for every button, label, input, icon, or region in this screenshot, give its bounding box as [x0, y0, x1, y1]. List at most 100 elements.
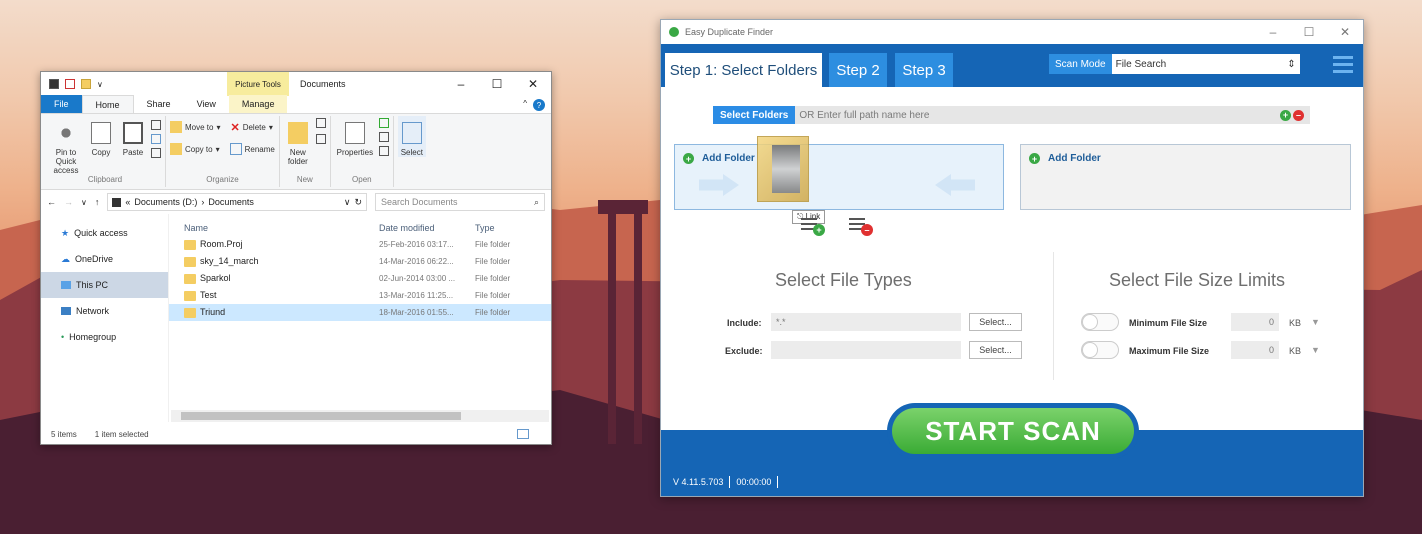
paste-icon [123, 122, 143, 144]
ribbon-tabs: File Home Share View Manage ^ ? [41, 95, 551, 114]
new-folder-qat-icon[interactable] [81, 79, 91, 89]
nav-item-quick-access[interactable]: ★ Quick access [41, 220, 168, 246]
edf-titlebar: Easy Duplicate Finder – ☐ ✕ [661, 20, 1363, 44]
menu-icon[interactable] [1333, 56, 1353, 77]
tab-file[interactable]: File [41, 95, 82, 113]
breadcrumb-root[interactable]: Documents (D:) [134, 197, 197, 207]
file-row[interactable]: Sparkol 02-Jun-2014 03:00 ... File folde… [169, 270, 551, 287]
scan-mode-dropdown[interactable]: File Search ⇕ [1111, 54, 1300, 74]
maximize-button[interactable]: ☐ [1291, 20, 1327, 44]
column-date-modified[interactable]: Date modified [379, 223, 475, 233]
edf-header-bar: Step 1: Select Folders Step 2 Step 3 Sca… [661, 44, 1363, 87]
min-size-toggle[interactable] [1081, 313, 1119, 331]
recent-dropdown-icon[interactable]: ∨ [81, 198, 87, 207]
exclude-folders-dropzone[interactable]: + Add Folder [1020, 144, 1351, 210]
refresh-icon[interactable]: ↻ [354, 197, 362, 208]
max-size-toggle[interactable] [1081, 341, 1119, 359]
pin-quick-access-button[interactable]: Pin to Quick access [49, 116, 83, 175]
file-row-selected[interactable]: Triund 18-Mar-2016 01:55... File folder [169, 304, 551, 321]
delete-button[interactable]: ✕ Delete ▾ [230, 116, 272, 138]
scrollbar-thumb[interactable] [181, 412, 461, 420]
copy-path-icon[interactable] [151, 134, 161, 144]
open-icon[interactable] [378, 118, 389, 128]
new-item-icon[interactable] [315, 118, 326, 128]
min-size-input[interactable]: 0 [1231, 313, 1279, 331]
nav-item-homegroup[interactable]: • Homegroup [41, 324, 168, 350]
up-icon[interactable]: ↑ [95, 197, 100, 207]
rename-button[interactable]: Rename [229, 138, 275, 160]
edit-icon[interactable] [378, 132, 389, 142]
copy-to-button[interactable]: Copy to ▾ [170, 138, 220, 160]
tab-home[interactable]: Home [81, 95, 134, 113]
file-row[interactable]: Test 13-Mar-2016 11:25... File folder [169, 287, 551, 304]
path-input[interactable]: OR Enter full path name here [795, 110, 1280, 121]
tab-share[interactable]: Share [134, 95, 184, 113]
select-button[interactable]: Select [397, 116, 426, 157]
include-select-button[interactable]: Select... [969, 313, 1022, 331]
selection-count: 1 item selected [94, 429, 149, 439]
qat-dropdown-icon[interactable]: ∨ [97, 80, 103, 89]
back-icon[interactable]: ← [47, 197, 56, 207]
include-label: Include: [727, 318, 762, 328]
easy-access-icon[interactable] [315, 134, 326, 144]
details-view-icon[interactable] [517, 429, 529, 439]
column-type[interactable]: Type [475, 223, 495, 233]
close-button[interactable]: ✕ [1327, 20, 1363, 44]
folder-move-icon [170, 121, 182, 133]
navigation-pane: ★ Quick access ☁ OneDrive This PC Network … [41, 214, 169, 422]
exclude-select-button[interactable]: Select... [969, 341, 1022, 359]
nav-item-this-pc[interactable]: This PC [41, 272, 168, 298]
nav-item-network[interactable]: Network [41, 298, 168, 324]
address-dropdown-icon[interactable]: ∨ [344, 197, 351, 208]
tab-step-3[interactable]: Step 3 [895, 53, 953, 87]
horizontal-scrollbar[interactable] [171, 410, 549, 422]
paste-button[interactable]: Paste [119, 116, 147, 157]
cut-icon[interactable] [151, 120, 161, 130]
remove-path-icon[interactable]: – [1293, 109, 1304, 121]
minimize-button[interactable]: – [1255, 20, 1291, 44]
select-group: Select [394, 116, 430, 187]
collapse-ribbon-icon[interactable]: ^ [523, 99, 527, 108]
move-to-button[interactable]: Move to ▾ [170, 116, 220, 138]
add-folder-label[interactable]: Add Folder [702, 153, 755, 164]
add-path-icon[interactable]: + [1280, 109, 1291, 121]
tab-manage[interactable]: Manage [228, 95, 288, 113]
column-name[interactable]: Name [169, 223, 379, 233]
minimize-button[interactable]: – [443, 72, 479, 96]
tab-step-1[interactable]: Step 1: Select Folders [665, 53, 822, 87]
history-icon[interactable] [378, 146, 389, 156]
close-button[interactable]: ✕ [515, 72, 551, 96]
max-size-input[interactable]: 0 [1231, 341, 1279, 359]
search-input[interactable]: Search Documents ⌕ [375, 193, 545, 211]
breadcrumb-leaf[interactable]: Documents [208, 197, 254, 207]
new-folder-button[interactable]: New folder [284, 116, 312, 166]
tab-step-2[interactable]: Step 2 [829, 53, 887, 87]
add-folder-label[interactable]: Add Folder [1048, 153, 1101, 164]
file-explorer-window: ∨ Picture Tools Documents – ☐ ✕ File Hom… [40, 71, 552, 445]
add-folder-icon: + [1029, 153, 1040, 164]
add-list-icon[interactable]: + [801, 218, 825, 236]
status-separator [777, 476, 779, 488]
properties-button[interactable]: Properties [335, 116, 375, 157]
max-unit-dropdown-icon[interactable]: ▼ [1311, 345, 1320, 355]
file-row[interactable]: sky_14_march 14-Mar-2016 06:22... File f… [169, 253, 551, 270]
start-scan-button[interactable]: START SCAN [887, 403, 1139, 459]
include-input[interactable]: *.* [771, 313, 961, 331]
tab-view[interactable]: View [184, 95, 229, 113]
paste-shortcut-icon[interactable] [151, 148, 161, 158]
file-row[interactable]: Room.Proj 25-Feb-2016 03:17... File fold… [169, 236, 551, 253]
remove-list-icon[interactable]: – [849, 218, 873, 236]
item-count: 5 items [51, 429, 77, 439]
copy-button[interactable]: Copy [87, 116, 115, 157]
maximize-button[interactable]: ☐ [479, 72, 515, 96]
select-folders-button[interactable]: Select Folders [713, 106, 796, 124]
nav-item-onedrive[interactable]: ☁ OneDrive [41, 246, 168, 272]
file-list: Name Date modified Type Room.Proj 25-Feb… [169, 214, 551, 422]
max-size-label: Maximum File Size [1129, 346, 1210, 356]
forward-icon[interactable]: → [64, 197, 73, 207]
address-bar[interactable]: « Documents (D:) › Documents ∨ ↻ [107, 193, 367, 211]
help-icon[interactable]: ? [533, 99, 545, 111]
min-unit-dropdown-icon[interactable]: ▼ [1311, 317, 1320, 327]
exclude-input[interactable] [771, 341, 961, 359]
properties-qat-icon[interactable] [65, 79, 75, 89]
